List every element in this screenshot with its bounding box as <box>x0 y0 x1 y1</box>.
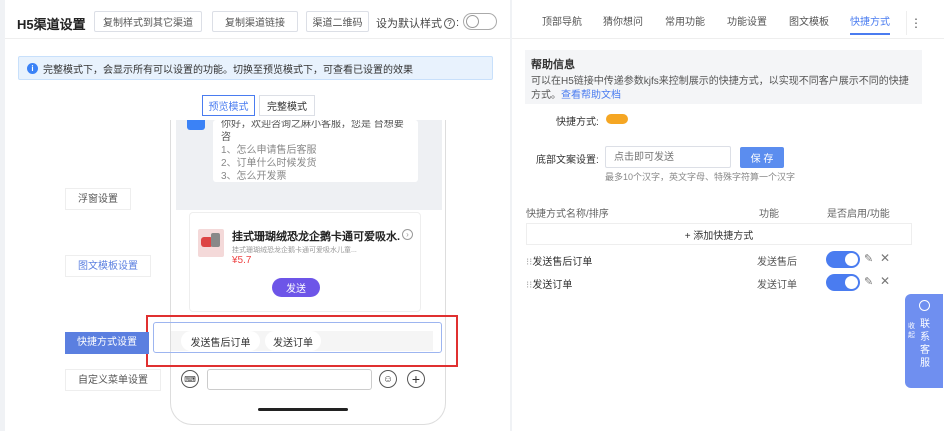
float-contact-widget[interactable]: 收起 联系客服 <box>905 294 943 388</box>
header-divider <box>5 38 510 39</box>
save-button[interactable]: 保 存 <box>740 147 784 168</box>
keyboard-icon[interactable]: ⌨ <box>181 370 199 388</box>
send-button[interactable]: 发送 <box>272 278 320 297</box>
product-image <box>198 229 224 257</box>
add-shortcut-button[interactable]: + 添加快捷方式 <box>526 223 912 245</box>
row-name: 发送订单 <box>532 280 573 291</box>
tabs-divider <box>512 38 944 39</box>
tab-guess[interactable]: 猜你想问 <box>603 11 643 35</box>
side-float-settings[interactable]: 浮窗设置 <box>65 188 131 210</box>
menu-item[interactable]: 3、怎么开发票 <box>221 170 410 182</box>
delete-icon[interactable]: ✕ <box>880 274 890 288</box>
quick-area-outline <box>153 322 442 353</box>
tab-common[interactable]: 常用功能 <box>665 11 705 35</box>
plus-icon[interactable]: + <box>407 370 425 388</box>
table-header-func: 功能 <box>759 209 779 220</box>
tab-preview-mode[interactable]: 预览模式 <box>202 95 255 116</box>
quick-switch-icon[interactable] <box>606 114 628 124</box>
copy-link-button[interactable]: 复制渠道链接 <box>212 11 298 32</box>
row-func: 发送订单 <box>757 280 797 291</box>
edit-icon[interactable]: ✎ <box>864 252 873 265</box>
footer-text-label: 底部文案设置: <box>536 155 599 166</box>
product-price: ¥5.7 <box>232 255 252 266</box>
edit-icon[interactable]: ✎ <box>864 275 873 288</box>
table-header-enabled: 是否启用/功能 <box>827 209 890 220</box>
page-title: H5渠道设置 <box>17 17 86 32</box>
home-indicator <box>258 408 348 411</box>
row-name: 发送售后订单 <box>532 257 593 268</box>
phone-preview: 你好，欢迎咨询之麻小客服，您是 台想要咨 1、怎么申请售后客服 2、订单什么时候… <box>170 120 446 425</box>
chat-bubble: 你好，欢迎咨询之麻小客服，您是 台想要咨 1、怎么申请售后客服 2、订单什么时候… <box>213 120 418 182</box>
quick-label-text: 快捷方式: <box>556 117 599 128</box>
product-more-icon[interactable]: › <box>402 229 413 240</box>
more-tabs-icon[interactable]: ⋮ <box>906 11 922 35</box>
bot-avatar <box>187 120 205 130</box>
menu-item[interactable]: 2、订单什么时候发货 <box>221 157 410 170</box>
enable-toggle[interactable] <box>826 274 860 291</box>
tab-full-mode[interactable]: 完整模式 <box>259 95 315 116</box>
greeting-text: 你好，欢迎咨询之麻小客服，您是 台想要咨 <box>221 120 404 143</box>
contact-label[interactable]: 联系客服 <box>920 318 930 370</box>
table-row: ⁝⁝发送售后订单 <box>526 253 592 268</box>
left-panel: H5渠道设置 复制样式到其它渠道 复制渠道链接 渠道二维码 设为默认样式 ?: … <box>5 0 510 431</box>
side-graphic-settings[interactable]: 图文模板设置 <box>65 255 151 277</box>
table-row: ⁝⁝发送订单 <box>526 276 572 291</box>
qrcode-button[interactable]: 渠道二维码 <box>306 11 369 32</box>
product-subtitle: 挂式珊瑚绒恐龙企鹅卡通可爱吸水儿童... <box>232 247 357 254</box>
help-title: 帮助信息 <box>531 59 575 71</box>
footer-hint: 最多10个汉字，英文字母、特殊字符算一个汉字 <box>605 172 796 182</box>
tab-top-nav[interactable]: 顶部导航 <box>542 11 582 35</box>
product-title: 挂式珊瑚绒恐龙企鹅卡通可爱吸水... <box>232 231 400 243</box>
tab-graphic[interactable]: 图文模板 <box>789 11 829 35</box>
help-text: 可以在H5链接中传递参数kjfs来控制展示的快捷方式，以实现不同客户展示不同的快… <box>531 75 916 103</box>
notice-bar: i 完整模式下，会显示所有可以设置的功能。切换至预览模式下，可查看已设置的效果 <box>18 56 493 80</box>
quick-label: 快捷方式: <box>556 113 628 128</box>
default-style-text: 设为默认样式 <box>376 18 442 30</box>
message-input[interactable] <box>207 369 372 390</box>
default-style-toggle[interactable] <box>463 13 497 30</box>
help-box: 帮助信息 可以在H5链接中传递参数kjfs来控制展示的快捷方式，以实现不同客户展… <box>525 50 922 104</box>
notice-text: 完整模式下，会显示所有可以设置的功能。切换至预览模式下，可查看已设置的效果 <box>43 64 413 76</box>
tab-function[interactable]: 功能设置 <box>727 11 767 35</box>
info-icon: i <box>27 62 38 74</box>
side-quick-settings[interactable]: 快捷方式设置 <box>65 332 149 354</box>
tab-quick[interactable]: 快捷方式 <box>850 11 890 35</box>
enable-toggle[interactable] <box>826 251 860 268</box>
headset-icon <box>919 300 930 311</box>
table-header-name: 快捷方式名称/排序 <box>526 209 609 220</box>
footer-text-input[interactable] <box>605 146 731 168</box>
emoji-icon[interactable]: ☺ <box>379 370 397 388</box>
product-card: 挂式珊瑚绒恐龙企鹅卡通可爱吸水... › 挂式珊瑚绒恐龙企鹅卡通可爱吸水儿童..… <box>189 212 421 312</box>
row-func: 发送售后 <box>757 257 797 268</box>
help-icon[interactable]: ? <box>444 17 455 29</box>
delete-icon[interactable]: ✕ <box>880 251 890 265</box>
help-link[interactable]: 查看帮助文档 <box>561 90 621 101</box>
copy-style-button[interactable]: 复制样式到其它渠道 <box>94 11 202 32</box>
right-panel: 顶部导航 猜你想问 常用功能 功能设置 图文模板 快捷方式 ⋮ 帮助信息 可以在… <box>512 0 944 431</box>
collapse-label[interactable]: 收起 <box>908 322 916 340</box>
menu-item[interactable]: 1、怎么申请售后客服 <box>221 144 410 157</box>
colon-text: : <box>456 17 460 29</box>
default-style-label: 设为默认样式 ?: <box>376 15 459 31</box>
side-menu-settings[interactable]: 自定义菜单设置 <box>65 369 161 391</box>
